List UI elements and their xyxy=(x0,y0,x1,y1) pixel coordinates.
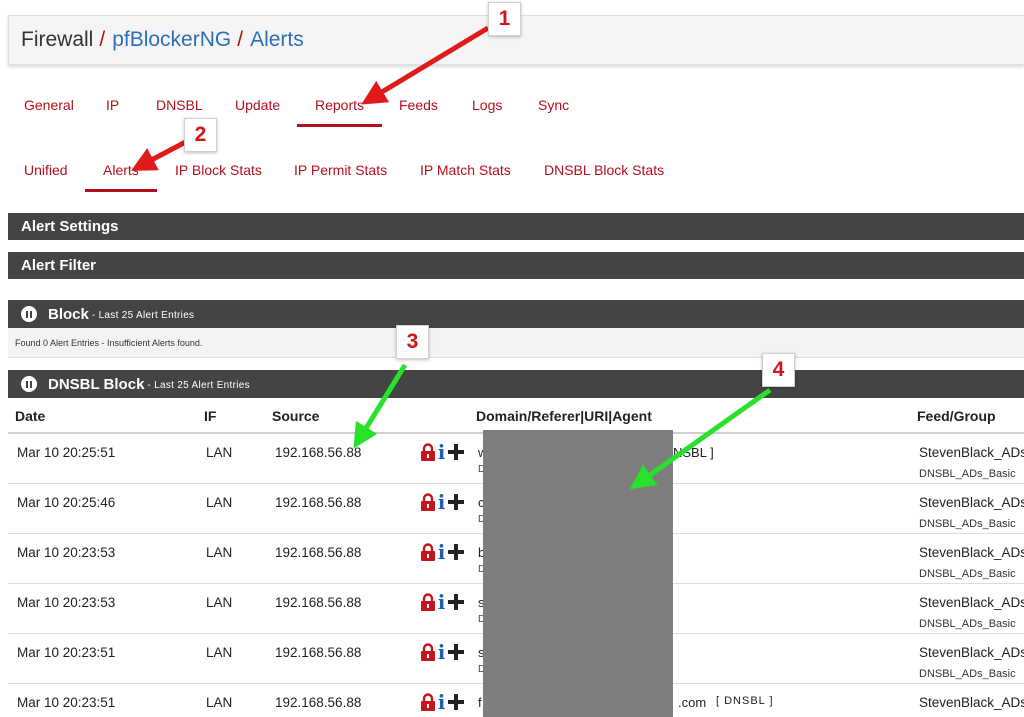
callout-3: 3 xyxy=(396,325,429,359)
info-icon[interactable]: i xyxy=(437,692,446,712)
add-whitelist-icon[interactable] xyxy=(448,594,464,610)
row-interface: LAN xyxy=(206,645,233,660)
redaction-overlay xyxy=(483,430,673,717)
breadcrumb-pfblockerng-link[interactable]: pfBlockerNG xyxy=(112,28,231,52)
tab-unified[interactable]: Unified xyxy=(24,162,68,178)
table-header: Date IF Source Domain/Referer|URI|Agent … xyxy=(8,398,1024,434)
pause-icon[interactable] xyxy=(21,306,37,322)
dnsbl-panel-title: DNSBL Block xyxy=(48,375,145,393)
tab-feeds[interactable]: Feeds xyxy=(399,97,438,113)
row-feed: StevenBlack_ADs xyxy=(919,695,1024,710)
tab-ip-permit-stats[interactable]: IP Permit Stats xyxy=(294,162,387,178)
tab-ip-match-stats[interactable]: IP Match Stats xyxy=(420,162,511,178)
row-source-ip: 192.168.56.88 xyxy=(275,495,362,510)
breadcrumb-separator: / xyxy=(237,28,244,51)
dnsbl-panel-subtitle: - Last 25 Alert Entries xyxy=(147,380,250,391)
lock-icon[interactable] xyxy=(420,443,436,461)
row-group: DNSBL_ADs_Basic xyxy=(919,468,1016,480)
add-whitelist-icon[interactable] xyxy=(448,694,464,710)
info-icon[interactable]: i xyxy=(437,542,446,562)
block-panel-title: Block xyxy=(48,305,89,323)
col-source: Source xyxy=(272,408,320,424)
row-date: Mar 10 20:25:51 xyxy=(17,445,116,460)
block-panel-header: Block - Last 25 Alert Entries xyxy=(8,300,1024,328)
row-actions: i xyxy=(420,642,464,662)
breadcrumb-alerts-link[interactable]: Alerts xyxy=(250,28,304,52)
add-whitelist-icon[interactable] xyxy=(448,544,464,560)
row-actions: i xyxy=(420,692,464,712)
row-date: Mar 10 20:23:51 xyxy=(17,645,116,660)
info-icon[interactable]: i xyxy=(437,492,446,512)
tab-dnsbl[interactable]: DNSBL xyxy=(156,97,203,113)
row-actions: i xyxy=(420,542,464,562)
callout-4: 4 xyxy=(762,353,795,387)
lock-icon[interactable] xyxy=(420,593,436,611)
block-empty-message: Found 0 Alert Entries - Insufficient Ale… xyxy=(8,328,1024,358)
row-interface: LAN xyxy=(206,445,233,460)
tab-logs[interactable]: Logs xyxy=(472,97,502,113)
breadcrumb-firewall: Firewall xyxy=(21,28,94,51)
alert-settings-header[interactable]: Alert Settings xyxy=(8,213,1024,240)
row-source-ip: 192.168.56.88 xyxy=(275,695,362,710)
row-feed: StevenBlack_ADs xyxy=(919,595,1024,610)
pause-icon[interactable] xyxy=(21,376,37,392)
row-actions: i xyxy=(420,442,464,462)
row-actions: i xyxy=(420,492,464,512)
tab-reports[interactable]: Reports xyxy=(296,97,383,127)
info-icon[interactable]: i xyxy=(437,642,446,662)
row-interface: LAN xyxy=(206,495,233,510)
info-icon[interactable]: i xyxy=(437,592,446,612)
tab-ip[interactable]: IP xyxy=(106,97,119,113)
row-date: Mar 10 20:23:53 xyxy=(17,595,116,610)
add-whitelist-icon[interactable] xyxy=(448,644,464,660)
row-interface: LAN xyxy=(206,695,233,710)
row-date: Mar 10 20:25:46 xyxy=(17,495,116,510)
row-source-ip: 192.168.56.88 xyxy=(275,595,362,610)
dnsbl-panel-header: DNSBL Block - Last 25 Alert Entries xyxy=(8,370,1024,398)
callout-1: 1 xyxy=(488,2,521,36)
row-feed: StevenBlack_ADs xyxy=(919,545,1024,560)
row-date: Mar 10 20:23:51 xyxy=(17,695,116,710)
info-icon[interactable]: i xyxy=(437,442,446,462)
block-panel-subtitle: - Last 25 Alert Entries xyxy=(91,310,195,321)
lock-icon[interactable] xyxy=(420,543,436,561)
row-date: Mar 10 20:23:53 xyxy=(17,545,116,560)
breadcrumb-separator: / xyxy=(99,28,106,51)
col-domain: Domain/Referer|URI|Agent xyxy=(476,408,652,424)
row-group: DNSBL_ADs_Basic xyxy=(919,568,1016,580)
tab-update[interactable]: Update xyxy=(235,97,280,113)
lock-icon[interactable] xyxy=(420,693,436,711)
row-source-ip: 192.168.56.88 xyxy=(275,545,362,560)
row-interface: LAN xyxy=(206,595,233,610)
lock-icon[interactable] xyxy=(420,493,436,511)
row-source-ip: 192.168.56.88 xyxy=(275,645,362,660)
tab-sync[interactable]: Sync xyxy=(538,97,569,113)
col-if: IF xyxy=(204,408,217,424)
alert-settings-title: Alert Settings xyxy=(21,218,119,235)
row-group: DNSBL_ADs_Basic xyxy=(919,518,1016,530)
alert-filter-header[interactable]: Alert Filter xyxy=(8,252,1024,279)
add-whitelist-icon[interactable] xyxy=(448,494,464,510)
row-feed: StevenBlack_ADs xyxy=(919,445,1024,460)
row-feed: StevenBlack_ADs xyxy=(919,645,1024,660)
row-feed: StevenBlack_ADs xyxy=(919,495,1024,510)
row-source-ip: 192.168.56.88 xyxy=(275,445,362,460)
add-whitelist-icon[interactable] xyxy=(448,444,464,460)
tab-alerts[interactable]: Alerts xyxy=(85,162,157,192)
row-group: DNSBL_ADs_Basic xyxy=(919,668,1016,680)
row-actions: i xyxy=(420,592,464,612)
col-feed-group: Feed/Group xyxy=(917,408,996,424)
row-domain: f .com[ DNSBL ] xyxy=(478,695,774,710)
tab-dnsbl-block-stats[interactable]: DNSBL Block Stats xyxy=(544,162,664,178)
lock-icon[interactable] xyxy=(420,643,436,661)
alert-filter-title: Alert Filter xyxy=(21,257,97,274)
row-group: DNSBL_ADs_Basic xyxy=(919,618,1016,630)
tab-ip-block-stats[interactable]: IP Block Stats xyxy=(175,162,262,178)
col-date: Date xyxy=(15,408,46,424)
tab-general[interactable]: General xyxy=(24,97,74,113)
callout-2: 2 xyxy=(184,118,217,152)
row-interface: LAN xyxy=(206,545,233,560)
